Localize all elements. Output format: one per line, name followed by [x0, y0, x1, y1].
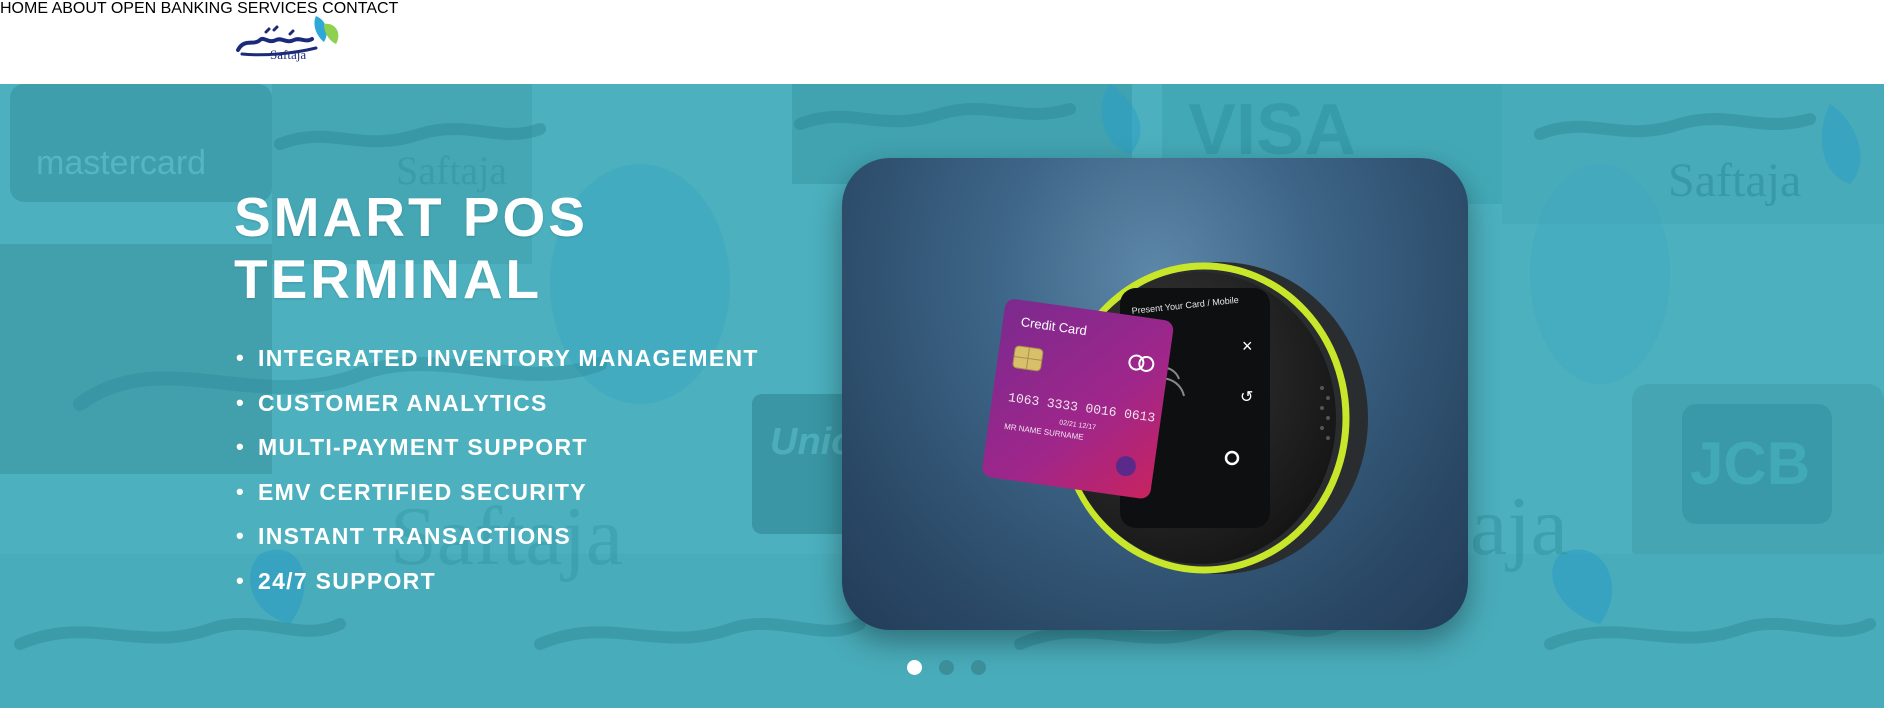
svg-text:↺: ↺ [1240, 389, 1253, 406]
logo-wordmark: Saftaja [270, 47, 307, 62]
svg-text:×: × [1242, 336, 1253, 356]
feature-item: CUSTOMER ANALYTICS [236, 381, 759, 426]
pos-device-illustration: Present Your Card / Mobile × ↺ Credit Ca… [982, 262, 1368, 574]
slider-dot-3[interactable] [971, 660, 986, 675]
hero-title-line-2: TERMINAL [234, 248, 543, 310]
slider-dot-2[interactable] [939, 660, 954, 675]
credit-card-graphic: Credit Card 1063 3333 0016 0613 02/21 12… [982, 299, 1174, 499]
feature-item: INSTANT TRANSACTIONS [236, 514, 759, 559]
bg-aja-text: aja [1470, 480, 1568, 573]
bg-saftaja-text-1: Saftaja [1668, 154, 1801, 207]
bg-jcb-text: JCB [1690, 430, 1810, 497]
feature-item: MULTI-PAYMENT SUPPORT [236, 425, 759, 470]
pos-terminal-image: Present Your Card / Mobile × ↺ Credit Ca… [842, 158, 1468, 630]
nav-home-link[interactable]: HOME [0, 0, 48, 17]
feature-item: 24/7 SUPPORT [236, 559, 759, 604]
hero-title-line-1: SMART POS [234, 186, 588, 248]
feature-list: INTEGRATED INVENTORY MANAGEMENT CUSTOMER… [236, 336, 759, 604]
site-header: Saftaja HOME ABOUT OPEN BANKING SERVICES… [0, 0, 1884, 85]
feature-item: EMV CERTIFIED SECURITY [236, 470, 759, 515]
slider-pagination [0, 660, 1884, 680]
feature-item: INTEGRATED INVENTORY MANAGEMENT [236, 336, 759, 381]
slider-dot-1[interactable] [907, 660, 922, 675]
hero-slider: mastercard VISA JCB Unio Saftaja Saftaja… [0, 84, 1884, 708]
hero-title: SMART POS TERMINAL [234, 186, 588, 310]
bg-mastercard-text: mastercard [36, 144, 206, 182]
nav-about-link[interactable]: ABOUT [52, 0, 107, 17]
